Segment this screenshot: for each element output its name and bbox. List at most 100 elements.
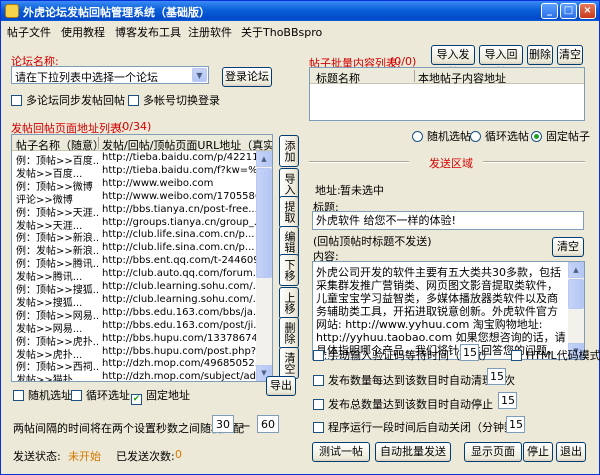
login-forum-button[interactable]: 登录论坛 bbox=[222, 67, 272, 87]
checkbox-box[interactable] bbox=[128, 95, 139, 106]
auto-close-checkbox[interactable]: 程序运行一段时间后自动关闭（分钟数） bbox=[313, 419, 526, 435]
menu-blog-tool[interactable]: 博客发布工具 bbox=[115, 24, 181, 40]
scroll-up-icon[interactable]: ▲ bbox=[256, 151, 272, 167]
radio-dot[interactable] bbox=[412, 131, 423, 142]
stop-button[interactable]: 停止 bbox=[523, 442, 553, 462]
interval-max-input[interactable]: 60 bbox=[257, 415, 279, 433]
menu-post-file[interactable]: 帖子文件 bbox=[7, 24, 51, 40]
chevron-down-icon[interactable]: ▼ bbox=[192, 68, 207, 82]
table-row[interactable]: 发帖>>腾讯... http://club.auto.qq.com/forum..… bbox=[12, 268, 272, 283]
table-row[interactable]: 发帖>>网易... http://bbs.edu.163.com/post/ji.… bbox=[12, 320, 272, 335]
import-post-button[interactable]: 导入发帖 bbox=[431, 45, 475, 79]
multi-account-label: 多帐号切换登录 bbox=[143, 94, 220, 107]
menu-register[interactable]: 注册软件 bbox=[188, 24, 232, 40]
sync-reply-checkbox[interactable]: 多论坛同步发帖回帖 bbox=[11, 92, 125, 108]
auto-close-label: 程序运行一段时间后自动关闭（分钟数） bbox=[328, 421, 526, 434]
col-post-name[interactable]: 帖子名称（随意） bbox=[16, 137, 104, 153]
table-row[interactable]: 发帖>>虎扑... http://bbs.hupu.com/post.php?f.… bbox=[12, 346, 272, 361]
radio-dot-selected[interactable] bbox=[531, 131, 542, 142]
batch-clear-button[interactable]: 清空 bbox=[557, 45, 583, 65]
post-url-cell: http://tieba.baidu.com/f?kw=%E... bbox=[102, 164, 258, 176]
table-row[interactable]: 评论>>微博http://www.weibo.com/170558612... bbox=[12, 191, 272, 206]
checkbox-box[interactable] bbox=[313, 375, 324, 386]
close-icon[interactable]: × bbox=[579, 3, 596, 19]
table-row[interactable]: 例：顶帖>>天涯... http://bbs.tianya.cn/post-fre… bbox=[12, 203, 272, 219]
checkbox-box[interactable] bbox=[511, 350, 522, 361]
table-row[interactable]: 例：顶帖>>新浪... http://club.life.sina.com.cn/… bbox=[12, 229, 272, 244]
table-row[interactable]: 例：顶帖>>微博 http://www.weibo.com bbox=[12, 178, 272, 193]
sent-count-value: 0 bbox=[175, 448, 182, 461]
show-page-button[interactable]: 显示页面 bbox=[464, 442, 522, 462]
clear-content-button[interactable]: 清空 bbox=[552, 237, 584, 257]
move-down-button[interactable]: 下移 bbox=[279, 254, 299, 286]
clear-list-button[interactable]: 清空 bbox=[279, 347, 299, 379]
fixed-site-checkbox[interactable]: ✔ 固定地址 bbox=[131, 387, 190, 405]
auto-close-input[interactable]: 15 bbox=[506, 416, 525, 433]
title-input[interactable]: 外虎软件 给您不一样的体验! bbox=[312, 211, 584, 230]
maximize-icon[interactable]: □ bbox=[560, 3, 577, 19]
random-site-label: 随机选址 bbox=[28, 389, 72, 402]
test-post-button[interactable]: 测试一帖 bbox=[312, 442, 370, 462]
batch-content-list[interactable]: 标题名称 本地帖子内容地址 bbox=[309, 67, 585, 121]
post-url-list[interactable]: 帖子名称（随意） 发帖/回帖/顶帖页面URL地址（真实） 例：顶帖>>百度...… bbox=[11, 134, 273, 382]
col-post-url[interactable]: 发帖/回帖/顶帖页面URL地址（真实） bbox=[102, 137, 272, 153]
table-row[interactable]: 例：顶帖>>搜狐... http://club.learning.sohu.com… bbox=[12, 281, 272, 296]
export-button[interactable]: 导出 bbox=[266, 376, 296, 396]
add-button[interactable]: 添加 bbox=[279, 135, 299, 167]
scroll-up-icon[interactable]: ▲ bbox=[568, 262, 584, 278]
content-scrollbar[interactable]: ▲ ▼ bbox=[568, 262, 584, 359]
table-row[interactable]: 例：顶帖>>百度... http://tieba.baidu.com/p/4221… bbox=[12, 152, 272, 167]
auto-clear-checkbox[interactable]: 发布数量每达到该数目时自动清理一次 bbox=[313, 372, 515, 388]
post-list-scrollbar[interactable]: ▲ ▼ bbox=[256, 151, 272, 381]
loop-post-radio[interactable]: 循环选帖 bbox=[470, 128, 529, 144]
col-title-name[interactable]: 标题名称 bbox=[316, 70, 360, 86]
checkbox-box[interactable] bbox=[11, 95, 22, 106]
manual-captcha-input[interactable]: 15 bbox=[460, 344, 479, 361]
checkbox-box[interactable] bbox=[71, 390, 82, 401]
main-window: 外虎论坛发帖回帖管理系统（基础版） _ □ × 帖子文件 使用教程 博客发布工具… bbox=[0, 0, 600, 475]
html-mode-checkbox[interactable]: HTML代码模式 bbox=[511, 347, 600, 363]
move-up-button[interactable]: 上移 bbox=[279, 287, 299, 319]
checkbox-box[interactable] bbox=[313, 350, 324, 361]
section-divider-right bbox=[483, 161, 585, 163]
scroll-thumb[interactable] bbox=[256, 168, 272, 278]
table-row[interactable]: 发帖>>搜狐... http://club.learning.sohu.com/.… bbox=[12, 294, 272, 309]
fixed-post-radio[interactable]: 固定帖子 bbox=[531, 128, 590, 144]
auto-batch-send-button[interactable]: 自动批量发送 bbox=[375, 442, 451, 462]
table-row[interactable]: 发帖>>百度... http://tieba.baidu.com/f?kw=%E.… bbox=[12, 164, 272, 180]
table-row[interactable]: 发帖>>天涯... http://groups.tianya.cn/group_.… bbox=[12, 217, 272, 232]
table-row[interactable]: 例：发帖>>新浪... http://club.life.sina.com.cn/… bbox=[12, 242, 272, 257]
menu-tutorial[interactable]: 使用教程 bbox=[61, 24, 105, 40]
batch-delete-button[interactable]: 删除 bbox=[527, 45, 553, 65]
table-row[interactable]: 例：顶帖>>腾讯... http://bbs.ent.qq.com/t-24460… bbox=[12, 255, 272, 270]
table-row[interactable]: 例：顶帖>>虎扑...http://bbs.hupu.com/13378674.… bbox=[12, 333, 272, 348]
minimize-icon[interactable]: _ bbox=[541, 3, 558, 19]
scroll-thumb[interactable] bbox=[568, 279, 584, 309]
content-textarea[interactable]: 外虎公司开发的软件主要有五大类共30多款，包括采集群发推广营销类、网页图文影音提… bbox=[312, 261, 585, 360]
table-row[interactable]: 例：顶帖>>西祠...http://dzh.mop.com/49685052.h… bbox=[12, 358, 272, 373]
radio-dot[interactable] bbox=[470, 131, 481, 142]
post-url-cell: http://bbs.tianya.cn/post-free... bbox=[102, 203, 258, 215]
multi-account-checkbox[interactable]: 多帐号切换登录 bbox=[128, 92, 220, 108]
import-reply-button[interactable]: 导入回帖 bbox=[479, 45, 523, 79]
title-bar[interactable]: 外虎论坛发帖回帖管理系统（基础版） _ □ × bbox=[1, 1, 599, 21]
checkbox-box[interactable] bbox=[13, 390, 24, 401]
auto-stop-input[interactable]: 15 bbox=[498, 392, 517, 409]
checkbox-box[interactable] bbox=[313, 422, 324, 433]
checkbox-box[interactable] bbox=[313, 399, 324, 410]
forum-select[interactable]: 请在下拉列表中选择一个论坛 ▼ bbox=[11, 66, 209, 84]
interval-min-input[interactable]: 30 bbox=[212, 415, 234, 433]
delete-button[interactable]: 删除 bbox=[279, 317, 299, 349]
loop-site-checkbox[interactable]: 循环选址 bbox=[71, 387, 130, 403]
auto-stop-checkbox[interactable]: 发布总数量达到该数目时自动停止 bbox=[313, 396, 493, 412]
exit-button[interactable]: 退出 bbox=[556, 442, 586, 462]
random-site-checkbox[interactable]: 随机选址 bbox=[13, 387, 72, 403]
extract-button[interactable]: 提取 bbox=[279, 196, 299, 228]
col-local-path[interactable]: 本地帖子内容地址 bbox=[418, 70, 506, 86]
random-post-radio[interactable]: 随机选帖 bbox=[412, 128, 471, 144]
table-row[interactable]: 例：顶帖>>网易... http://bbs.edu.163.com/bbs/ja… bbox=[12, 307, 272, 322]
auto-clear-input[interactable]: 15 bbox=[487, 368, 506, 385]
check-icon[interactable]: ✔ bbox=[131, 394, 142, 405]
table-row[interactable]: 发帖>>猫扑... http://dzh.mop.com/subject/add bbox=[12, 371, 272, 381]
menu-about[interactable]: 关于ThoBBspro bbox=[241, 24, 322, 40]
